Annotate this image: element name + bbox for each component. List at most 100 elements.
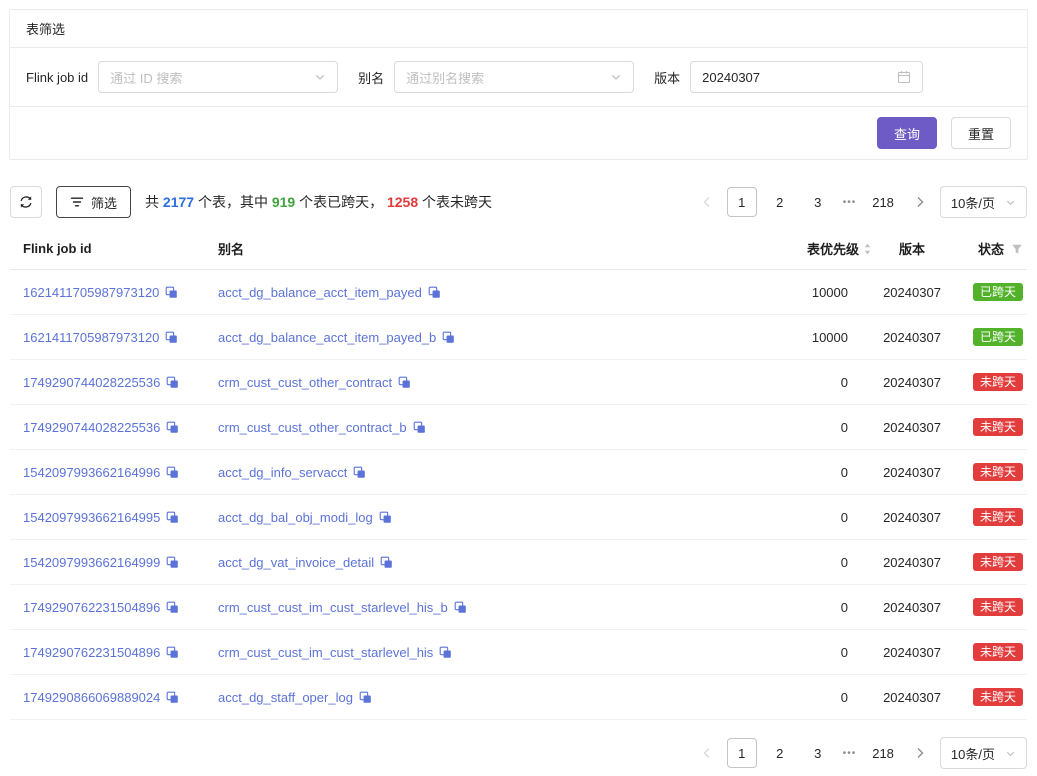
copy-icon[interactable] [166,376,179,389]
copy-icon[interactable] [439,646,452,659]
flink-job-id-link[interactable]: 1749290744028225536 [23,420,160,435]
version-label: 版本 [654,68,680,87]
filter-toggle-button[interactable]: 筛选 [56,186,131,218]
copy-icon[interactable] [442,331,455,344]
copy-icon[interactable] [166,646,179,659]
priority-value: 10000 [657,330,872,345]
copy-icon[interactable] [165,286,178,299]
copy-icon[interactable] [166,421,179,434]
copy-icon[interactable] [166,691,179,704]
table-summary: 共 2177 个表，其中 919 个表已跨天， 1258 个表未跨天 [145,192,492,212]
filter-card: 表筛选 Flink job id 通过 ID 搜索 别名 通过别名搜索 版本 2… [9,9,1028,160]
copy-icon[interactable] [379,511,392,524]
copy-icon[interactable] [454,601,467,614]
page-size-value: 10条/页 [951,193,995,212]
page-button-2[interactable]: 2 [765,738,795,768]
pagination-ellipsis[interactable]: ••• [841,748,859,759]
refresh-button[interactable] [10,186,42,218]
copy-icon[interactable] [166,466,179,479]
flink-job-id-cell: 1542097993662164996 [10,465,218,480]
alias-cell: acct_dg_balance_acct_item_payed [218,285,657,300]
alias-link[interactable]: acct_dg_staff_oper_log [218,690,353,705]
version-value: 20240307 [872,690,952,705]
flink-job-id-link[interactable]: 1542097993662164999 [23,555,160,570]
tables-table: Flink job id 别名 表优先级 版本 状态 1621411705987… [10,228,1027,720]
alias-link[interactable]: acct_dg_bal_obj_modi_log [218,510,373,525]
page-button-1[interactable]: 1 [727,187,757,217]
refresh-icon [19,195,33,209]
status-cell: 未跨天 [952,688,1027,706]
flink-job-id-link[interactable]: 1749290744028225536 [23,375,160,390]
flink-job-id-link[interactable]: 1542097993662164996 [23,465,160,480]
page-button-1[interactable]: 1 [727,738,757,768]
table-header-row: Flink job id 别名 表优先级 版本 状态 [10,228,1027,270]
flink-job-id-cell: 1749290744028225536 [10,420,218,435]
flink-job-id-cell: 1749290744028225536 [10,375,218,390]
table-row: 1621411705987973120 acct_dg_balance_acct… [10,270,1027,315]
next-page-button[interactable] [908,186,932,218]
status-cell: 未跨天 [952,373,1027,391]
flink-job-id-link[interactable]: 1542097993662164995 [23,510,160,525]
alias-link[interactable]: acct_dg_balance_acct_item_payed [218,285,422,300]
status-cell: 未跨天 [952,598,1027,616]
version-value: 20240307 [872,420,952,435]
page-button-2[interactable]: 2 [765,187,795,217]
version-date-input[interactable]: 20240307 [690,61,923,93]
alias-cell: crm_cust_cust_im_cust_starlevel_his [218,645,657,660]
copy-icon[interactable] [359,691,372,704]
version-value: 20240307 [872,600,952,615]
copy-icon[interactable] [398,376,411,389]
alias-select[interactable]: 通过别名搜索 [394,61,634,93]
flink-job-id-link[interactable]: 1749290762231504896 [23,600,160,615]
prev-page-button[interactable] [695,186,719,218]
copy-icon[interactable] [380,556,393,569]
uncrossed-count: 1258 [387,194,418,210]
alias-cell: acct_dg_balance_acct_item_payed_b [218,330,657,345]
copy-icon[interactable] [166,511,179,524]
alias-link[interactable]: acct_dg_balance_acct_item_payed_b [218,330,436,345]
alias-link[interactable]: crm_cust_cust_im_cust_starlevel_his_b [218,600,448,615]
copy-icon[interactable] [428,286,441,299]
table-row: 1542097993662164996 acct_dg_info_servacc… [10,450,1027,495]
flink-job-id-link[interactable]: 1749290762231504896 [23,645,160,660]
chevron-down-icon [1005,197,1016,208]
alias-link[interactable]: crm_cust_cust_other_contract_b [218,420,407,435]
prev-page-button[interactable] [695,737,719,769]
alias-link[interactable]: acct_dg_vat_invoice_detail [218,555,374,570]
alias-cell: acct_dg_info_servacct [218,465,657,480]
flink-job-id-link[interactable]: 1621411705987973120 [23,285,159,300]
page-button-3[interactable]: 3 [803,187,833,217]
flink-job-id-select[interactable]: 通过 ID 搜索 [98,61,338,93]
page-button-last[interactable]: 218 [866,187,900,217]
copy-icon[interactable] [166,601,179,614]
status-badge: 未跨天 [973,418,1023,436]
alias-link[interactable]: crm_cust_cust_other_contract [218,375,392,390]
status-cell: 已跨天 [952,283,1027,301]
status-cell: 已跨天 [952,328,1027,346]
sort-icon[interactable] [863,242,872,256]
status-badge: 已跨天 [973,328,1023,346]
page-size-value: 10条/页 [951,744,995,763]
status-badge: 已跨天 [973,283,1023,301]
copy-icon[interactable] [413,421,426,434]
query-button[interactable]: 查询 [877,117,937,149]
chevron-down-icon [610,71,622,83]
copy-icon[interactable] [353,466,366,479]
copy-icon[interactable] [165,331,178,344]
pagination-ellipsis[interactable]: ••• [841,197,859,208]
page-button-3[interactable]: 3 [803,738,833,768]
filter-funnel-icon[interactable] [1011,243,1023,255]
reset-button[interactable]: 重置 [951,117,1011,149]
page-button-last[interactable]: 218 [866,738,900,768]
page-size-select[interactable]: 10条/页 [940,186,1027,218]
alias-link[interactable]: crm_cust_cust_im_cust_starlevel_his [218,645,433,660]
footer: 1 2 3 ••• 218 10条/页 [10,737,1027,769]
flink-job-id-link[interactable]: 1749290866069889024 [23,690,160,705]
version-value: 20240307 [872,555,952,570]
alias-link[interactable]: acct_dg_info_servacct [218,465,347,480]
next-page-button[interactable] [908,737,932,769]
flink-job-id-link[interactable]: 1621411705987973120 [23,330,159,345]
page-size-select[interactable]: 10条/页 [940,737,1027,769]
priority-value: 0 [657,690,872,705]
copy-icon[interactable] [166,556,179,569]
